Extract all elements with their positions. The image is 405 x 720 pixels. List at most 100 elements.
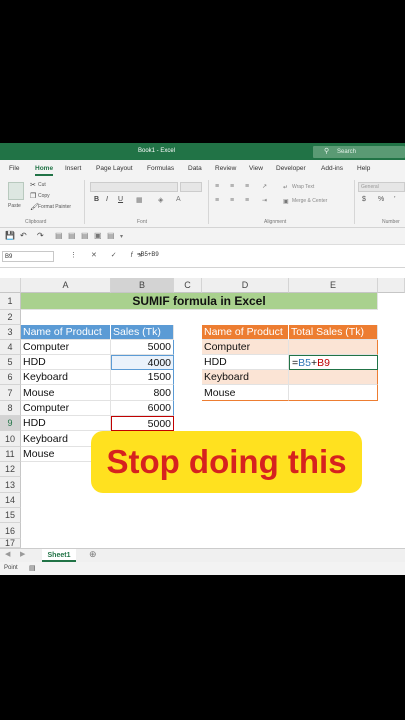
align-center-icon[interactable]: ≡ (230, 197, 234, 204)
wrap-text-label[interactable]: Wrap Text (292, 184, 314, 190)
row-header[interactable]: 2 (0, 310, 21, 325)
column-header-a[interactable]: A (21, 278, 111, 293)
row-header[interactable]: 4 (0, 340, 21, 355)
borders-icon[interactable]: ▦ (136, 196, 143, 204)
row-header[interactable]: 15 (0, 508, 21, 523)
sheet-tab-sheet1[interactable]: Sheet1 (42, 549, 76, 562)
format-painter-label[interactable]: Format Painter (38, 204, 71, 210)
align-top-icon[interactable]: ≡ (215, 183, 219, 190)
copy-icon[interactable]: ❐ (30, 192, 36, 200)
save-icon[interactable]: 💾 (5, 231, 15, 240)
percent-button[interactable]: % (378, 196, 384, 203)
table1-cell-sales-referenced[interactable]: 4000 (111, 355, 174, 370)
table1-cell-sales[interactable]: 800 (111, 385, 174, 401)
table1-header-product[interactable]: Name of Product (21, 325, 111, 340)
tab-review[interactable]: Review (215, 165, 236, 172)
table1-header-sales[interactable]: Sales (Tk) (111, 325, 174, 340)
table2-cell-total-editing[interactable]: =B5+B9 (289, 355, 378, 370)
add-sheet-icon[interactable]: ⊕ (89, 549, 97, 560)
row-header[interactable]: 14 (0, 493, 21, 508)
tab-help[interactable]: Help (357, 165, 370, 172)
row-header[interactable]: 3 (0, 325, 21, 340)
table2-header-product[interactable]: Name of Product (202, 325, 289, 340)
row-header[interactable]: 6 (0, 370, 21, 385)
row-header[interactable]: 16 (0, 523, 21, 539)
indent-icon[interactable]: ⇥ (262, 197, 267, 204)
table1-cell-product[interactable]: HDD (21, 355, 111, 370)
underline-button[interactable]: U (118, 196, 123, 203)
camera-icon[interactable]: ▣ (94, 231, 102, 240)
column-header-f[interactable] (378, 278, 405, 293)
search-box[interactable]: ⚲ Search (313, 146, 405, 158)
column-header-c[interactable]: C (174, 278, 202, 293)
tab-add-ins[interactable]: Add-ins (321, 165, 343, 172)
formula-input[interactable]: =B5+B9 (137, 252, 159, 258)
fill-color-icon[interactable]: ◈ (158, 196, 163, 204)
table2-cell-total[interactable] (289, 370, 378, 385)
sheet-title[interactable]: SUMIF formula in Excel (21, 293, 378, 310)
undo-icon[interactable]: ↶ (20, 231, 27, 240)
select-all-corner[interactable] (0, 278, 21, 293)
table2-cell-product[interactable]: Computer (202, 340, 289, 355)
currency-button[interactable]: $ (362, 196, 366, 203)
column-header-b[interactable]: B (111, 278, 174, 293)
font-name-dropdown[interactable] (90, 182, 178, 192)
merge-center-label[interactable]: Merge & Center (292, 198, 327, 204)
row-header[interactable]: 17 (0, 539, 21, 548)
toolbar-icon[interactable]: ▤ (55, 231, 63, 240)
tab-home[interactable]: Home (35, 165, 54, 176)
table2-cell-total[interactable] (289, 340, 378, 355)
table1-cell-product[interactable]: Mouse (21, 385, 111, 401)
row-header[interactable]: 5 (0, 355, 21, 370)
toolbar-icon[interactable]: ▤ (81, 231, 89, 240)
toolbar-icon[interactable]: ▤ (107, 231, 115, 240)
row-header[interactable]: 1 (0, 293, 21, 310)
next-sheet-icon[interactable]: ▶ (20, 550, 25, 558)
bold-button[interactable]: B (94, 196, 99, 203)
row-header[interactable]: 13 (0, 477, 21, 493)
tab-formulas[interactable]: Formulas (147, 165, 174, 172)
align-right-icon[interactable]: ≡ (245, 197, 249, 204)
table1-cell-sales[interactable]: 1500 (111, 370, 174, 385)
copy-label[interactable]: Copy (38, 193, 50, 199)
table1-cell-product[interactable]: Keyboard (21, 370, 111, 385)
paste-icon[interactable] (8, 182, 24, 200)
tab-insert[interactable]: Insert (65, 165, 81, 172)
row-header[interactable]: 11 (0, 447, 21, 462)
row-header[interactable]: 8 (0, 401, 21, 416)
orientation-icon[interactable]: ↗ (262, 183, 267, 190)
align-middle-icon[interactable]: ≡ (230, 183, 234, 190)
tab-view[interactable]: View (249, 165, 263, 172)
paste-label[interactable]: Paste (8, 203, 21, 209)
table2-cell-product[interactable]: Mouse (202, 385, 289, 401)
tab-file[interactable]: File (9, 165, 19, 172)
italic-button[interactable]: I (106, 196, 108, 203)
customize-icon[interactable]: ▾ (120, 233, 123, 240)
row-header[interactable]: 7 (0, 385, 21, 401)
table1-cell-product[interactable]: HDD (21, 416, 111, 431)
cut-icon[interactable]: ✂ (30, 181, 36, 189)
table2-cell-product[interactable]: HDD (202, 355, 289, 370)
tab-page-layout[interactable]: Page Layout (96, 165, 133, 172)
table1-cell-sales[interactable]: 6000 (111, 401, 174, 416)
merge-icon[interactable]: ▣ (283, 198, 289, 205)
table2-header-total[interactable]: Total Sales (Tk) (289, 325, 378, 340)
redo-icon[interactable]: ↷ (37, 231, 44, 240)
cut-label[interactable]: Cut (38, 182, 46, 188)
prev-sheet-icon[interactable]: ◀ (5, 550, 10, 558)
table2-cell-total[interactable] (289, 385, 378, 401)
accessibility-icon[interactable]: ▤ (29, 564, 36, 572)
tab-data[interactable]: Data (188, 165, 202, 172)
column-header-e[interactable]: E (289, 278, 378, 293)
wrap-text-icon[interactable]: ↵ (283, 184, 288, 191)
row-header[interactable]: 9 (0, 416, 21, 431)
font-color-icon[interactable]: A (176, 196, 181, 203)
table1-cell-product[interactable]: Computer (21, 401, 111, 416)
toolbar-icon[interactable]: ▤ (68, 231, 76, 240)
row-header[interactable]: 10 (0, 431, 21, 447)
table1-cell-sales[interactable]: 5000 (111, 340, 174, 355)
table2-cell-product[interactable]: Keyboard (202, 370, 289, 385)
column-header-d[interactable]: D (202, 278, 289, 293)
number-format-dropdown[interactable]: General (358, 182, 405, 192)
row-header[interactable]: 12 (0, 462, 21, 477)
